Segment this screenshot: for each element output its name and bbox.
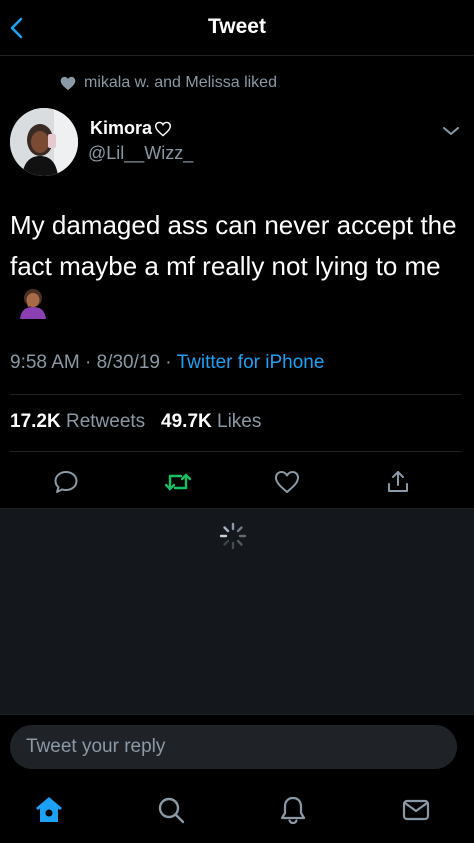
tab-notifications[interactable]	[277, 794, 309, 826]
tweet-actions	[0, 458, 474, 506]
mail-icon	[402, 799, 430, 821]
tweet-stats: 17.2K Retweets 49.7K Likes	[10, 411, 261, 433]
tab-home[interactable]	[33, 794, 65, 826]
retweet-icon	[164, 473, 192, 491]
navigation-bar: Tweet	[0, 0, 474, 56]
reply-input[interactable]: Tweet your reply	[10, 725, 457, 769]
woman-facepalming-emoji	[16, 287, 50, 331]
divider	[10, 451, 461, 452]
loading-spinner-icon	[219, 522, 247, 550]
heart-outline-icon	[155, 121, 172, 136]
reply-button[interactable]	[52, 468, 80, 496]
display-name[interactable]: Kimora	[90, 118, 172, 139]
like-button[interactable]	[273, 468, 301, 496]
retweets-stat[interactable]: 17.2K Retweets	[10, 411, 145, 432]
meta-separator: ·	[85, 352, 97, 373]
share-button[interactable]	[384, 468, 412, 496]
divider	[10, 394, 461, 395]
social-context-text: mikala w. and Melissa liked	[84, 74, 277, 91]
retweet-button[interactable]	[163, 468, 192, 496]
tweet-source-link[interactable]: Twitter for iPhone	[177, 352, 325, 373]
tab-bar	[0, 780, 474, 843]
tweet-text: My damaged ass can never accept the fact…	[10, 205, 460, 331]
social-context: mikala w. and Melissa liked	[60, 72, 277, 94]
bell-icon	[280, 796, 306, 825]
tweet-meta: 9:58 AM · 8/30/19 · Twitter for iPhone	[10, 352, 324, 374]
user-handle[interactable]: @Lil__Wizz_	[88, 143, 193, 164]
profile-photo	[10, 108, 78, 176]
likes-stat[interactable]: 49.7K Likes	[161, 411, 261, 432]
tweet-date: 8/30/19	[96, 352, 161, 373]
share-icon	[388, 471, 408, 492]
meta-separator: ·	[165, 352, 177, 373]
more-options-button[interactable]	[441, 124, 461, 143]
heart-icon	[275, 471, 299, 493]
heart-filled-icon	[60, 76, 76, 90]
tab-messages[interactable]	[400, 794, 432, 826]
search-icon	[158, 797, 185, 824]
home-icon	[36, 797, 62, 822]
avatar[interactable]	[10, 108, 78, 176]
tab-search[interactable]	[155, 794, 187, 826]
chevron-down-icon	[443, 127, 459, 135]
tweet-time: 9:58 AM	[10, 352, 80, 373]
page-title: Tweet	[208, 15, 266, 38]
reply-icon	[54, 471, 78, 493]
